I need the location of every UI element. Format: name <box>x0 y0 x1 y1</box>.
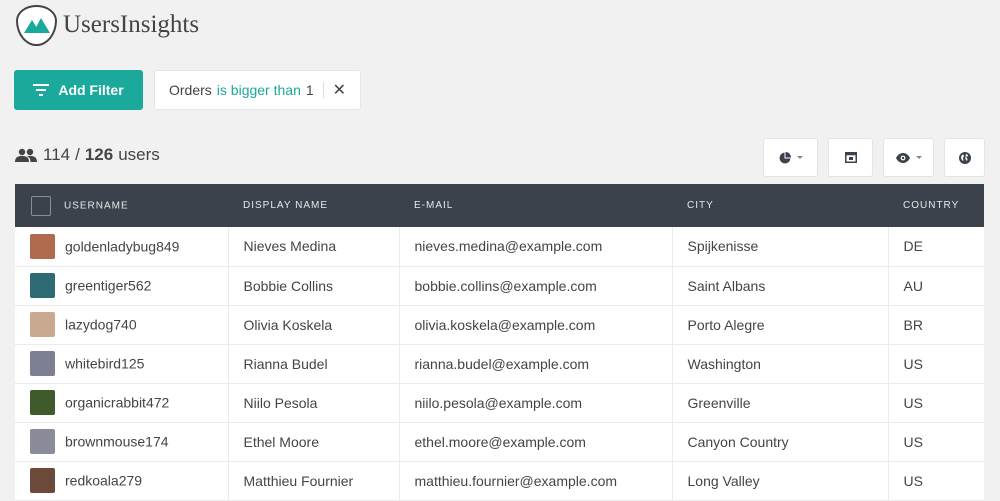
cell-email: nieves.medina@example.com <box>399 227 673 266</box>
cell-email: olivia.koskela@example.com <box>399 305 673 344</box>
table-row[interactable]: lazydog740 Olivia Koskela olivia.koskela@e… <box>15 305 984 344</box>
mountain-logo-icon <box>16 4 57 46</box>
cell-display-name: Niilo Pesola <box>228 383 400 422</box>
cell-city: Canyon Country <box>672 422 889 461</box>
users-icon <box>15 148 37 162</box>
cell-username[interactable]: organicrabbit472 <box>15 383 229 422</box>
column-header-display-name[interactable]: Display Name <box>228 184 399 227</box>
map-view-button[interactable] <box>944 138 985 177</box>
cell-city: Spijkenisse <box>672 227 889 266</box>
filter-icon <box>33 84 50 96</box>
cell-city: Saint Albans <box>672 266 889 305</box>
cell-country: US <box>903 472 923 489</box>
caret-icon <box>915 156 922 159</box>
cell-country: DE <box>903 238 923 255</box>
cell-display-name: Matthieu Fournier <box>228 461 400 500</box>
cell-city: Greenville <box>672 383 889 422</box>
table-header-row: Username Display Name E-mail City Countr… <box>15 184 984 227</box>
filter-value: 1 <box>305 82 314 98</box>
cell-display-name: Bobbie Collins <box>228 266 400 305</box>
cell-display-name: Rianna Budel <box>228 344 400 383</box>
cell-display-name: Ethel Moore <box>228 422 400 461</box>
pie-chart-icon <box>779 151 791 163</box>
column-header-country[interactable]: Country <box>888 184 984 227</box>
cell-city: Long Valley <box>672 461 889 500</box>
add-filter-label: Add Filter <box>58 82 124 98</box>
username-text: whitebird125 <box>65 355 145 372</box>
table-row[interactable]: greentiger562 Bobbie Collins bobbie.collin… <box>15 266 984 305</box>
cell-city: Porto Alegre <box>672 305 889 344</box>
cell-username[interactable]: greentiger562 <box>15 266 229 305</box>
cell-email: bobbie.collins@example.com <box>399 266 673 305</box>
table-row[interactable]: whitebird125 Rianna Budel rianna.budel@exa… <box>15 344 984 383</box>
chart-button[interactable] <box>763 138 818 177</box>
globe-icon <box>958 151 971 164</box>
avatar <box>30 273 55 298</box>
toolbar <box>753 138 985 177</box>
username-text: greentiger562 <box>65 277 152 294</box>
add-filter-button[interactable]: Add Filter <box>14 70 143 110</box>
caret-icon <box>796 156 803 159</box>
cell-email: matthieu.fournier@example.com <box>399 461 673 500</box>
table-row[interactable]: organicrabbit472 Niilo Pesola niilo.pesola… <box>15 383 984 422</box>
segment-button[interactable] <box>828 138 873 177</box>
cell-username[interactable]: whitebird125 <box>15 344 229 383</box>
eye-icon <box>895 152 910 163</box>
cell-username[interactable]: redkoala279 <box>15 461 229 500</box>
select-all-checkbox[interactable] <box>31 195 51 216</box>
cell-country: US <box>903 394 923 411</box>
avatar <box>30 312 55 337</box>
filter-operator[interactable]: is bigger than <box>217 82 301 98</box>
avatar <box>30 351 55 376</box>
filter-bar: Add Filter Orders is bigger than 1 ✕ <box>14 70 362 110</box>
table-row[interactable]: redkoala279 Matthieu Fournier matthieu.fou… <box>15 461 984 500</box>
total-count: 126 <box>84 145 114 164</box>
cell-country: AU <box>903 277 923 294</box>
cell-username[interactable]: brownmouse174 <box>15 422 229 461</box>
avatar <box>30 233 55 259</box>
avatar <box>30 468 55 493</box>
cell-country: US <box>903 433 923 450</box>
username-text: goldenladybug849 <box>65 238 180 255</box>
cell-email: ethel.moore@example.com <box>399 422 673 461</box>
users-table: Username Display Name E-mail City Countr… <box>15 184 984 501</box>
user-count: 114 / 126 users <box>15 145 160 165</box>
cell-email: rianna.budel@example.com <box>399 344 673 383</box>
cell-username[interactable]: lazydog740 <box>15 305 229 344</box>
column-header-city[interactable]: City <box>672 184 888 227</box>
avatar <box>30 429 55 454</box>
username-text: lazydog740 <box>65 316 137 333</box>
cell-display-name: Olivia Koskela <box>228 305 400 344</box>
count-unit: users <box>118 145 160 164</box>
segment-icon <box>844 152 857 163</box>
shown-count: 114 <box>43 145 71 164</box>
table-row[interactable]: brownmouse174 Ethel Moore ethel.moore@exam… <box>15 422 984 461</box>
username-text: organicrabbit472 <box>65 394 170 411</box>
cell-username[interactable]: goldenladybug849 <box>15 227 229 266</box>
columns-visibility-button[interactable] <box>883 138 934 177</box>
app-name: UsersInsights <box>63 11 200 38</box>
username-text: redkoala279 <box>65 472 143 489</box>
count-separator: / <box>75 145 80 164</box>
app-logo: UsersInsights <box>16 4 199 46</box>
cell-country: BR <box>903 316 923 333</box>
close-icon[interactable]: ✕ <box>333 80 346 100</box>
filter-chip[interactable]: Orders is bigger than 1 ✕ <box>154 70 362 110</box>
filter-field: Orders <box>169 82 212 98</box>
cell-email: niilo.pesola@example.com <box>399 383 673 422</box>
cell-city: Washington <box>672 344 889 383</box>
table-row[interactable]: goldenladybug849 Nieves Medina nieves.medi… <box>15 227 984 266</box>
column-header-email[interactable]: E-mail <box>399 184 672 227</box>
cell-display-name: Nieves Medina <box>228 227 400 266</box>
users-table-container: Username Display Name E-mail City Countr… <box>15 184 984 501</box>
divider <box>322 82 324 98</box>
column-header-username[interactable]: Username <box>15 184 228 227</box>
username-text: brownmouse174 <box>65 433 169 450</box>
avatar <box>30 390 55 415</box>
cell-country: US <box>903 355 923 372</box>
